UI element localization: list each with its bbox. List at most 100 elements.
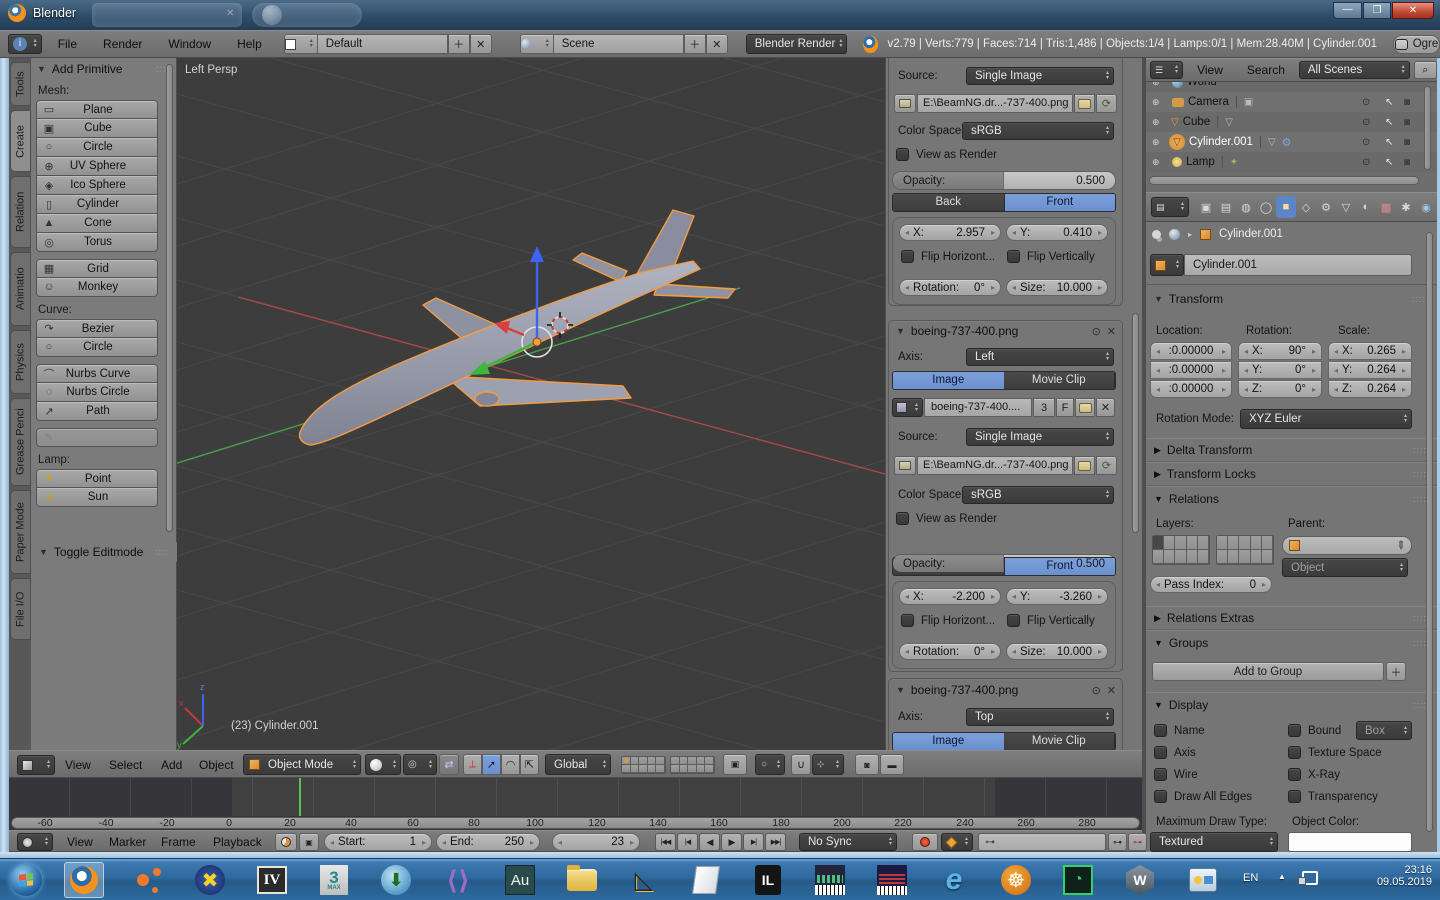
add-plane-button[interactable]: ▭ Plane bbox=[36, 100, 158, 119]
reload-image-button[interactable]: ⟳ bbox=[1096, 94, 1117, 113]
jump-to-start-button[interactable]: |◀◀ bbox=[655, 833, 676, 851]
add-torus-button[interactable]: ◎ Torus bbox=[36, 233, 158, 252]
current-frame-line[interactable] bbox=[299, 778, 301, 816]
layer-cell[interactable] bbox=[1175, 536, 1187, 550]
rotation-x-field[interactable]: X:90° bbox=[1238, 342, 1322, 360]
render-opengl-button[interactable]: ◙ bbox=[855, 754, 879, 775]
keying-set-select[interactable] bbox=[941, 833, 973, 851]
expand-icon[interactable]: ⊕ bbox=[1152, 117, 1164, 128]
reload-image-button[interactable]: ⟳ bbox=[1096, 456, 1117, 475]
next-keyframe-button[interactable]: ▶| bbox=[743, 833, 764, 851]
add-layout-button[interactable]: ＋ bbox=[447, 34, 470, 54]
rotation-field[interactable]: Rotation:0° bbox=[899, 279, 1001, 296]
mesh-data-icon[interactable]: ▽ bbox=[1268, 137, 1276, 148]
display-wire-row[interactable]: Wire bbox=[1154, 768, 1198, 781]
menu-select[interactable]: Select bbox=[109, 758, 142, 772]
outliner-horizontal-scrollbar[interactable] bbox=[1149, 176, 1419, 185]
scale-manipulator-button[interactable]: ⇱ bbox=[520, 754, 539, 775]
add-circle-button[interactable]: ○ Circle bbox=[36, 138, 158, 157]
add-bezier-button[interactable]: ↷ Bezier bbox=[36, 319, 158, 338]
layer-cell[interactable] bbox=[639, 765, 648, 773]
layer-cell[interactable] bbox=[1186, 536, 1198, 550]
expand-icon[interactable]: ⊕ bbox=[1152, 97, 1164, 108]
tab-paper-mode[interactable]: Paper Mode bbox=[10, 490, 31, 574]
layer-cell[interactable] bbox=[656, 765, 665, 773]
size-field[interactable]: Size:10.000 bbox=[1006, 643, 1108, 660]
jump-to-end-button[interactable]: ▶▶| bbox=[765, 833, 786, 851]
back-front-toggle[interactable]: Back Front bbox=[892, 193, 1116, 212]
editor-type-button[interactable] bbox=[17, 833, 53, 851]
outliner-row-lamp[interactable]: ⊕ Lamp | ✦ ⊙ ↖ ◙ bbox=[1146, 152, 1437, 172]
layer-cell[interactable] bbox=[647, 765, 657, 773]
screen-layout-icon-button[interactable] bbox=[283, 34, 318, 54]
expand-icon[interactable]: ⊕ bbox=[1152, 157, 1164, 168]
lock-range-button[interactable]: ▣ bbox=[299, 833, 319, 851]
back-option[interactable]: Back bbox=[893, 194, 1005, 211]
add-ico-sphere-button[interactable]: ◈ Ico Sphere bbox=[36, 176, 158, 195]
render-restrict-icon[interactable]: ◙ bbox=[1404, 157, 1410, 168]
screen-layout-field[interactable]: Default bbox=[317, 34, 448, 54]
current-frame-field[interactable]: 23 bbox=[552, 833, 640, 851]
ogre-checkbox[interactable] bbox=[1394, 38, 1408, 50]
image-datablock-icon-button[interactable] bbox=[894, 456, 916, 475]
image-datablock-button[interactable] bbox=[892, 398, 923, 417]
view-as-render-row[interactable]: View as Render bbox=[896, 512, 997, 525]
airplane-model[interactable] bbox=[298, 209, 736, 446]
insert-keyframe-button[interactable]: ⊶ bbox=[1108, 833, 1127, 851]
unlink-image-button[interactable]: ✕ bbox=[1096, 398, 1115, 417]
front-option[interactable]: Front bbox=[1004, 194, 1115, 211]
tab-world[interactable]: ◯ bbox=[1256, 196, 1276, 218]
outliner-row-world[interactable]: ⊕ World bbox=[1146, 82, 1437, 92]
scale-y-field[interactable]: Y:0.264 bbox=[1328, 361, 1412, 379]
editor-type-button[interactable]: i bbox=[8, 34, 42, 54]
menu-view[interactable]: View bbox=[65, 758, 91, 772]
flip-vertically-row[interactable]: Flip Vertically bbox=[1007, 250, 1095, 263]
rotation-field[interactable]: Rotation:0° bbox=[899, 643, 1001, 660]
manipulator-toggle-button[interactable]: ⇄ bbox=[439, 754, 459, 775]
tab-tools[interactable]: Tools bbox=[10, 62, 31, 106]
source-select[interactable]: Single Image bbox=[966, 67, 1114, 85]
manipulator-axes-button[interactable]: ⟂ bbox=[463, 754, 482, 775]
tray-expand-icon[interactable]: ▲ bbox=[1278, 872, 1286, 881]
snap-toggle-button[interactable]: ∪ bbox=[791, 754, 811, 775]
tab-render-layers[interactable]: ▤ bbox=[1216, 196, 1236, 218]
proportional-edit-select[interactable]: ○ bbox=[755, 754, 785, 775]
snap-element-select[interactable]: ⊹ bbox=[812, 754, 844, 775]
layer-cell[interactable] bbox=[671, 765, 680, 773]
panel-grip-icon[interactable]: :::: bbox=[155, 547, 169, 557]
layer-cell[interactable] bbox=[696, 757, 706, 765]
tab-texture[interactable]: ▩ bbox=[1376, 196, 1396, 218]
taskbar-synth-app-1[interactable] bbox=[810, 862, 850, 898]
add-cube-button[interactable]: ▣ Cube bbox=[36, 119, 158, 138]
editor-type-button[interactable]: ▤ bbox=[1151, 197, 1189, 217]
offset-y-field[interactable]: Y:-3.260 bbox=[1006, 588, 1108, 605]
add-path-button[interactable]: ↗ Path bbox=[36, 402, 158, 421]
mesh-data-icon[interactable]: ▽ bbox=[1225, 117, 1233, 128]
object-color-swatch[interactable] bbox=[1288, 832, 1412, 852]
add-primitive-panel-header[interactable]: ▼ Add Primitive :::: bbox=[31, 62, 176, 78]
add-curve-circle-button[interactable]: ○ Circle bbox=[36, 338, 158, 357]
taskbar-synth-app-2[interactable] bbox=[872, 862, 912, 898]
sync-mode-select[interactable]: No Sync bbox=[799, 833, 897, 851]
color-space-select[interactable]: sRGB bbox=[962, 486, 1114, 504]
panel-grip-icon[interactable]: :::: bbox=[1412, 294, 1426, 304]
add-point-lamp-button[interactable]: ✦ Point bbox=[36, 469, 158, 488]
flip-vertically-row[interactable]: Flip Vertically bbox=[1007, 614, 1095, 627]
wire-checkbox[interactable] bbox=[1154, 768, 1167, 781]
tray-clock[interactable]: 23:16 09.05.2019 bbox=[1340, 864, 1432, 888]
object-name-datablock-button[interactable] bbox=[1150, 254, 1184, 276]
layer-cell[interactable] bbox=[1217, 536, 1229, 550]
close-button[interactable]: ✕ bbox=[1392, 2, 1434, 19]
bg-image-panel-3-header[interactable]: ▼ boeing-737-400.png ⊙ ✕ bbox=[896, 683, 1116, 697]
taskbar-helm-app[interactable]: ☸ bbox=[996, 862, 1036, 898]
layer-cell[interactable] bbox=[1239, 536, 1251, 550]
axis-select[interactable]: Top bbox=[966, 708, 1114, 726]
lamp-data-icon[interactable]: ✦ bbox=[1230, 157, 1238, 168]
view-as-render-checkbox[interactable] bbox=[896, 512, 909, 525]
display-texture-space-row[interactable]: Texture Space bbox=[1288, 746, 1382, 759]
taskbar-explorer-app[interactable] bbox=[562, 862, 602, 898]
flip-horizontally-row[interactable]: Flip Horizont... bbox=[901, 250, 995, 263]
object-name-field[interactable]: Cylinder.001 bbox=[1184, 254, 1412, 276]
flip-horizontally-row[interactable]: Flip Horizont... bbox=[901, 614, 995, 627]
display-transparency-row[interactable]: Transparency bbox=[1288, 790, 1378, 803]
